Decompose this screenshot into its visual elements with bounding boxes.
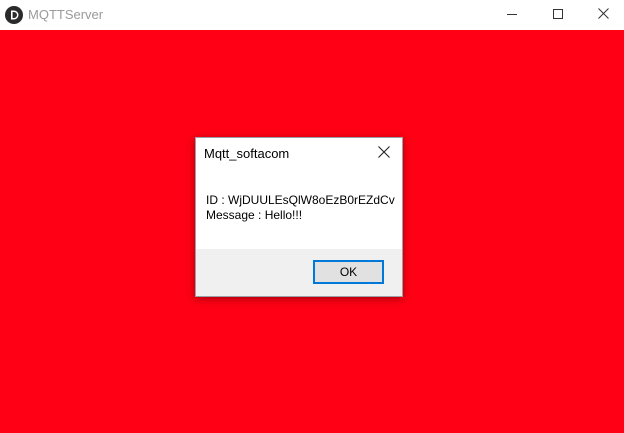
- close-icon: [378, 145, 390, 163]
- message-text-line: Message : Hello!!!: [206, 208, 303, 222]
- title-bar[interactable]: MQTTServer: [0, 0, 624, 30]
- minimize-icon: [507, 6, 517, 24]
- dialog-footer: OK: [196, 249, 402, 296]
- dialog-close-button[interactable]: [374, 144, 394, 164]
- message-dialog: Mqtt_softacom ID : WjDUULEsQlW8oEzB0rEZd…: [195, 137, 403, 297]
- maximize-button[interactable]: [535, 0, 581, 30]
- window-title: MQTTServer: [28, 7, 104, 22]
- message-id-line: ID : WjDUULEsQlW8oEzB0rEZdCv: [206, 193, 395, 207]
- minimize-button[interactable]: [489, 0, 535, 30]
- maximize-icon: [553, 6, 563, 24]
- app-logo-icon: [5, 6, 23, 24]
- close-button[interactable]: [580, 0, 624, 30]
- close-icon: [597, 6, 609, 24]
- main-window: MQTTServer Mqtt_softacom ID : WjDUULEsQl…: [0, 0, 624, 433]
- dialog-title: Mqtt_softacom: [204, 146, 290, 161]
- dialog-message: ID : WjDUULEsQlW8oEzB0rEZdCv Message : H…: [206, 193, 395, 223]
- ok-button[interactable]: OK: [313, 260, 384, 284]
